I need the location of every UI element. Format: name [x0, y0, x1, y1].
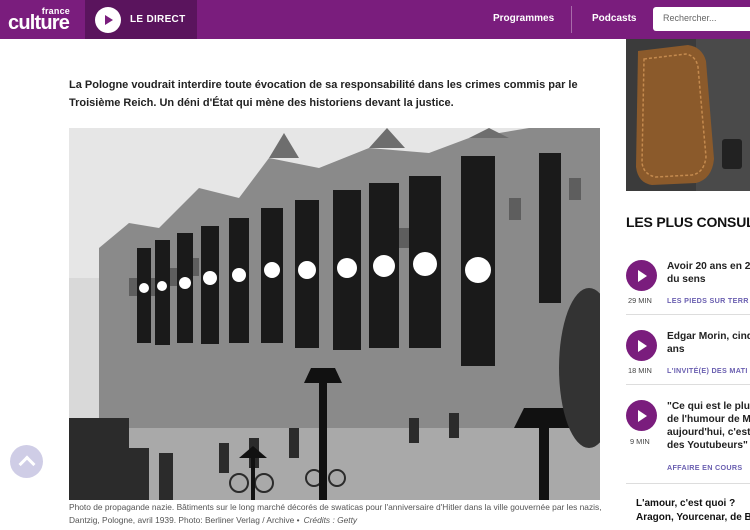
play-icon[interactable] — [626, 330, 657, 361]
item-category[interactable]: AFFAIRE EN COURS — [667, 463, 742, 472]
nav-divider — [571, 6, 572, 33]
live-label: LE DIRECT — [130, 14, 186, 25]
item-category[interactable]: LES PIEDS SUR TERR — [667, 296, 749, 305]
most-viewed-heading: LES PLUS CONSULT — [626, 214, 750, 230]
logo-main-text: culture — [8, 12, 70, 34]
item-title: Edgar Morin, cinq ans — [667, 331, 750, 355]
list-divider — [626, 314, 750, 315]
photo-caption: Photo de propagande nazie. Bâtiments sur… — [69, 501, 604, 527]
search-placeholder: Rechercher... — [663, 13, 717, 23]
search-input[interactable]: Rechercher... — [653, 7, 750, 31]
item-title: Avoir 20 ans en 2 du sens — [667, 261, 750, 285]
live-button[interactable]: LE DIRECT — [85, 0, 197, 39]
article-photo — [69, 128, 600, 500]
item-duration: 18 MIN — [628, 366, 652, 375]
article-lead: La Pologne voudrait interdire toute évoc… — [69, 79, 578, 109]
item-category[interactable]: L'INVITÉ(E) DES MATI — [667, 366, 748, 375]
play-icon[interactable] — [626, 260, 657, 291]
nav-programmes[interactable]: Programmes — [493, 13, 554, 24]
france-culture-logo[interactable]: france culture — [8, 6, 72, 34]
play-icon[interactable] — [626, 400, 657, 431]
scroll-to-top-button[interactable] — [10, 445, 43, 478]
photo-credit: Crédits : Getty — [303, 515, 358, 525]
list-item[interactable]: Avoir 20 ans en 2 du sens 29 MIN LES PIED… — [626, 260, 750, 310]
item-title: "Ce qui est le plu de l'humour de Maujour… — [667, 401, 750, 451]
list-divider — [626, 483, 750, 484]
list-item[interactable]: Edgar Morin, cinq ans 18 MIN L'INVITÉ(E) … — [626, 330, 750, 380]
item-duration: 29 MIN — [628, 296, 652, 305]
play-icon — [95, 7, 121, 33]
top-navigation-bar: france culture LE DIRECT Programmes Podc… — [0, 0, 750, 39]
advertisement-image[interactable] — [626, 39, 750, 191]
nav-podcasts[interactable]: Podcasts — [592, 13, 636, 24]
list-divider — [626, 384, 750, 385]
item-duration: 9 MIN — [630, 437, 650, 446]
list-item[interactable]: "Ce qui est le plu de l'humour de Maujour… — [626, 400, 750, 475]
teaser-title[interactable]: L'amour, c'est quoi ? Aragon, Yourcenar, … — [636, 497, 750, 525]
